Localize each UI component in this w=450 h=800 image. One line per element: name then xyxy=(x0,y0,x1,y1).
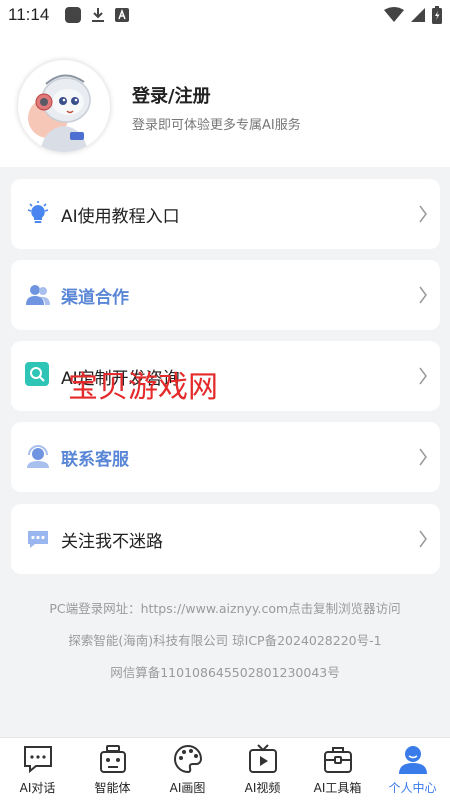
menu-item-tutorial[interactable]: AI使用教程入口 xyxy=(11,179,440,249)
status-time: 11:14 xyxy=(8,5,50,24)
chat-icon xyxy=(24,746,52,774)
wifi-icon xyxy=(384,7,404,22)
lightbulb-icon xyxy=(27,201,49,223)
palette-icon xyxy=(174,744,202,774)
status-icons-right xyxy=(384,6,442,24)
nav-item-agent[interactable]: 智能体 xyxy=(75,738,150,800)
bottom-nav: AI对话 智能体 AI画图 AI视频 AI工具箱 个人中心 xyxy=(0,737,450,800)
login-subtitle: 登录即可体验更多专属AI服务 xyxy=(132,118,301,133)
nav-label-agent: 智能体 xyxy=(94,781,131,795)
signal-icon xyxy=(411,8,425,22)
chevron-right-icon xyxy=(419,367,427,385)
robot-avatar-icon xyxy=(28,74,91,152)
login-register-title[interactable]: 登录/注册 xyxy=(132,82,211,108)
menu-label-tutorial: AI使用教程入口 xyxy=(61,206,180,227)
menu-label-customer-service: 联系客服 xyxy=(61,449,129,470)
nav-item-ai-drawing[interactable]: AI画图 xyxy=(150,738,225,800)
search-icon xyxy=(25,362,49,386)
nav-item-profile[interactable]: 个人中心 xyxy=(375,738,450,800)
menu-item-customer-service[interactable]: 联系客服 xyxy=(11,422,440,492)
chevron-right-icon xyxy=(419,448,427,466)
toolbox-icon xyxy=(324,747,352,773)
nav-item-ai-video[interactable]: AI视频 xyxy=(225,738,300,800)
video-icon xyxy=(249,744,277,773)
chevron-right-icon xyxy=(419,286,427,304)
nav-label-ai-toolbox: AI工具箱 xyxy=(313,781,362,795)
status-icons-left xyxy=(64,6,130,24)
download-icon xyxy=(92,8,104,22)
nav-label-ai-chat: AI对话 xyxy=(19,781,56,795)
nav-item-ai-chat[interactable]: AI对话 xyxy=(0,738,75,800)
menu-label-channel-cooperation: 渠道合作 xyxy=(61,287,129,308)
robot-icon xyxy=(100,745,126,773)
company-icp: 探索智能(海南)科技有限公司 琼ICP备2024028220号-1 xyxy=(68,633,382,648)
text-a-icon xyxy=(115,8,129,22)
nav-label-ai-drawing: AI画图 xyxy=(169,781,206,795)
app-notification-icon xyxy=(65,7,81,23)
nav-label-ai-video: AI视频 xyxy=(244,781,281,795)
menu-label-follow-us: 关注我不迷路 xyxy=(61,531,163,552)
users-icon xyxy=(26,285,50,305)
robot-avatar[interactable] xyxy=(18,60,110,152)
status-bar: 11:14 xyxy=(0,0,450,32)
headset-icon xyxy=(27,445,49,468)
profile-header[interactable]: 登录/注册 登录即可体验更多专属AI服务 xyxy=(0,32,450,167)
pc-login-url[interactable]: PC端登录网址：https://www.aiznyy.com点击复制浏览器访问 xyxy=(0,598,450,617)
chat-bubble-icon xyxy=(28,531,48,548)
menu-item-follow-us[interactable]: 关注我不迷路 xyxy=(11,504,440,574)
chevron-right-icon xyxy=(419,530,427,548)
chevron-right-icon xyxy=(419,205,427,223)
site-watermark: 宝贝游戏网 xyxy=(68,370,218,405)
profile-icon xyxy=(399,746,427,774)
nav-item-ai-toolbox[interactable]: AI工具箱 xyxy=(300,738,375,800)
nav-label-profile: 个人中心 xyxy=(388,781,437,795)
algorithm-filing: 网信算备110108645502801230043号 xyxy=(110,665,340,680)
battery-icon xyxy=(432,6,442,24)
menu-item-channel-cooperation[interactable]: 渠道合作 xyxy=(11,260,440,330)
